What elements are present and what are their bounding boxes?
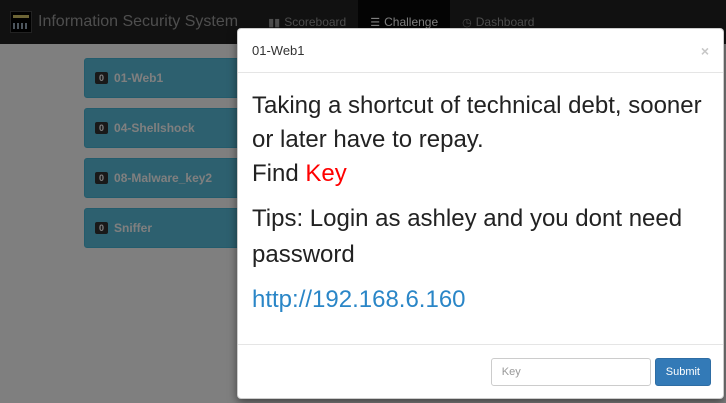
modal-title: 01-Web1 [252, 43, 305, 58]
challenge-tips: Tips: Login as ashley and you dont need … [252, 205, 683, 268]
find-prefix: Find [252, 160, 306, 187]
challenge-url-link[interactable]: http://192.168.6.160 [252, 283, 709, 317]
key-input[interactable] [490, 358, 651, 386]
modal-header: 01-Web1 × [238, 29, 723, 73]
modal-body: Taking a shortcut of technical debt, soo… [238, 73, 723, 345]
close-icon[interactable]: × [701, 43, 709, 59]
challenge-modal: 01-Web1 × Taking a shortcut of technical… [237, 28, 724, 399]
key-word: Key [305, 160, 347, 187]
challenge-description: Taking a shortcut of technical debt, soo… [252, 92, 702, 153]
find-key-text: Find Key [252, 157, 709, 191]
modal-footer: Submit [238, 345, 723, 399]
submit-button[interactable]: Submit [654, 358, 711, 386]
